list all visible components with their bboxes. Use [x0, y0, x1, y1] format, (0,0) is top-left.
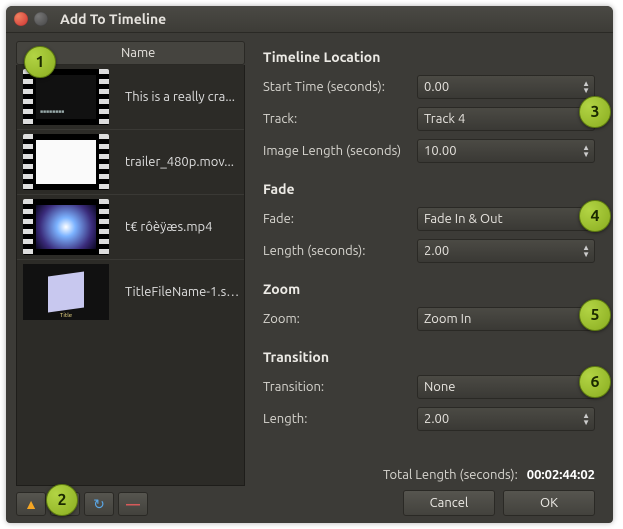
- track-label: Track:: [263, 112, 417, 126]
- column-name[interactable]: Name: [115, 46, 244, 60]
- section-timeline-location: Timeline Location: [263, 49, 595, 65]
- dialog-add-to-timeline: Add To Timeline Name ■■■■■■■■ This is a …: [6, 6, 613, 523]
- cancel-button[interactable]: Cancel: [403, 490, 495, 516]
- transition-select[interactable]: None ▾: [417, 375, 595, 399]
- thumbnail: [17, 195, 115, 259]
- spinner-arrows-icon[interactable]: ▲▼: [582, 80, 590, 94]
- spinner-arrows-icon[interactable]: ▲▼: [582, 144, 590, 158]
- fade-length-label: Length (seconds):: [263, 244, 417, 258]
- arrow-up-icon: ▲: [24, 496, 38, 512]
- thumbnail: Title: [17, 260, 115, 324]
- window-minimize-button[interactable]: [34, 12, 48, 26]
- fade-length-input[interactable]: 2.00 ▲▼: [417, 239, 595, 263]
- shuffle-icon: ↻: [93, 496, 105, 513]
- zoom-select[interactable]: Zoom In ▾: [417, 307, 595, 331]
- window-title: Add To Timeline: [60, 11, 166, 27]
- window-close-button[interactable]: [14, 12, 28, 26]
- transition-label: Transition:: [263, 380, 417, 394]
- section-fade: Fade: [263, 181, 595, 197]
- start-time-label: Start Time (seconds):: [263, 80, 417, 94]
- image-length-label: Image Length (seconds): [263, 144, 417, 158]
- list-item[interactable]: Title TitleFileName-1.svg...: [17, 259, 244, 324]
- list-item[interactable]: ■■■■■■■■ This is a really cra...: [17, 65, 244, 129]
- move-up-button[interactable]: ▲: [16, 492, 46, 516]
- settings-panel: Timeline Location Start Time (seconds): …: [251, 33, 613, 523]
- fade-select[interactable]: Fade In & Out ▾: [417, 207, 595, 231]
- total-length-display: Total Length (seconds): 00:02:44:02: [383, 468, 595, 482]
- list-item[interactable]: t€ rôèÿæs.mp4: [17, 194, 244, 259]
- titlebar: Add To Timeline: [6, 6, 613, 33]
- list-item[interactable]: trailer_480p.mov...: [17, 129, 244, 194]
- callout-4: 4: [579, 200, 611, 232]
- file-name: t€ rôèÿæs.mp4: [115, 220, 244, 234]
- image-length-input[interactable]: 10.00 ▲▼: [417, 139, 595, 163]
- shuffle-button[interactable]: ↻: [84, 492, 114, 516]
- callout-2: 2: [46, 484, 78, 516]
- zoom-label: Zoom:: [263, 312, 417, 326]
- remove-button[interactable]: —: [118, 492, 148, 516]
- section-transition: Transition: [263, 349, 595, 365]
- fade-label: Fade:: [263, 212, 417, 226]
- transition-length-input[interactable]: 2.00 ▲▼: [417, 407, 595, 431]
- file-name: trailer_480p.mov...: [115, 155, 244, 169]
- callout-3: 3: [579, 96, 611, 128]
- callout-1: 1: [24, 46, 56, 78]
- callout-6: 6: [579, 366, 611, 398]
- remove-icon: —: [126, 496, 140, 512]
- spinner-arrows-icon[interactable]: ▲▼: [582, 412, 590, 426]
- file-list-panel: Name ■■■■■■■■ This is a really cra... tr…: [6, 33, 251, 523]
- file-list[interactable]: ■■■■■■■■ This is a really cra... trailer…: [16, 65, 245, 486]
- file-name: This is a really cra...: [115, 90, 244, 104]
- thumbnail: [17, 130, 115, 194]
- transition-length-label: Length:: [263, 412, 417, 426]
- ok-button[interactable]: OK: [503, 490, 595, 516]
- track-select[interactable]: Track 4 ▾: [417, 107, 595, 131]
- section-zoom: Zoom: [263, 281, 595, 297]
- file-name: TitleFileName-1.svg...: [115, 285, 244, 299]
- spinner-arrows-icon[interactable]: ▲▼: [582, 244, 590, 258]
- callout-5: 5: [579, 299, 611, 331]
- start-time-input[interactable]: 0.00 ▲▼: [417, 75, 595, 99]
